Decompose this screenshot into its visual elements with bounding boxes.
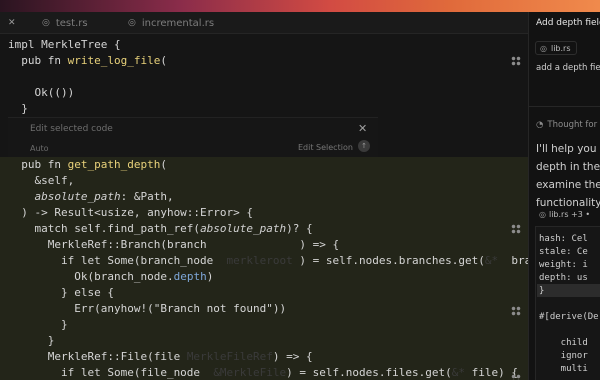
diff-line: depth: us <box>539 273 588 283</box>
file-icon: ◎ <box>540 43 547 53</box>
code-editor[interactable]: ✕ ◎ test.rs ◎ incremental.rs impl Merkle… <box>0 12 528 380</box>
tab-label: test.rs <box>55 17 88 29</box>
rust-file-icon: ◎ <box>128 18 136 28</box>
diff-line: } <box>539 286 545 296</box>
tab-test-rs[interactable]: ◎ test.rs <box>42 12 88 34</box>
thought-label: Thought for <box>547 120 598 130</box>
diff-line: #[derive(De <box>539 312 599 322</box>
editor-tabs: ✕ ◎ test.rs ◎ incremental.rs <box>0 12 528 34</box>
edit-selection-button[interactable]: Edit Selection <box>298 143 353 152</box>
tab-incremental-rs[interactable]: ◎ incremental.rs <box>128 12 214 34</box>
minimap-marker-icon[interactable] <box>511 56 521 66</box>
diff-line: child <box>539 338 588 348</box>
chat-title[interactable]: Add depth field to <box>536 18 600 28</box>
diff-line: ignor <box>539 351 588 361</box>
assistant-response: I'll help you ac depth in the n examine … <box>536 140 600 212</box>
rust-file-icon: ◎ <box>42 18 50 28</box>
code-block-top[interactable]: impl MerkleTree { pub fn write_log_file(… <box>8 37 167 117</box>
model-selector[interactable]: Auto <box>30 144 49 153</box>
diff-file-header[interactable]: ◎ lib.rs +3 • <box>539 210 590 219</box>
minimap-marker-icon[interactable] <box>511 224 521 234</box>
diff-line: weight: i <box>539 260 588 270</box>
response-line: examine the c <box>536 179 600 191</box>
code-block-selected[interactable]: pub fn get_path_depth( &self, absolute_p… <box>8 157 528 380</box>
tab-close-button[interactable]: ✕ <box>8 12 16 34</box>
response-line: functionality. <box>536 197 600 209</box>
send-icon[interactable]: ↑ <box>358 140 370 152</box>
response-line: I'll help you ac <box>536 143 600 155</box>
close-icon[interactable]: ✕ <box>8 18 16 28</box>
divider <box>529 106 600 107</box>
close-icon[interactable]: ✕ <box>358 122 367 135</box>
minimap-marker-icon[interactable] <box>511 306 521 316</box>
diff-file-label: lib.rs +3 • <box>548 210 591 219</box>
user-message: add a depth field <box>536 63 600 73</box>
file-icon: ◎ <box>539 210 546 219</box>
minimap-marker-icon[interactable] <box>511 374 521 380</box>
clock-icon: ◔ <box>536 120 544 130</box>
thought-toggle[interactable]: ◔ Thought for <box>536 120 597 130</box>
edit-prompt-input[interactable]: Edit selected code <box>30 124 113 134</box>
response-line: depth in the n <box>536 161 600 173</box>
tab-label: incremental.rs <box>141 17 215 29</box>
file-chip-label: lib.rs <box>550 43 571 53</box>
inline-edit-prompt[interactable]: Edit selected code Auto Edit Selection ✕… <box>8 117 378 159</box>
diff-line: multi <box>539 364 588 374</box>
diff-line: hash: Cel <box>539 234 588 244</box>
diff-line: stale: Ce <box>539 247 588 257</box>
diff-code: hash: Cel stale: Ce weight: i depth: us … <box>539 233 599 376</box>
context-file-chip[interactable]: ◎ lib.rs <box>535 41 577 55</box>
chat-panel: Add depth field to ◎ lib.rs add a depth … <box>528 12 600 380</box>
window-accent-bar <box>0 0 600 12</box>
